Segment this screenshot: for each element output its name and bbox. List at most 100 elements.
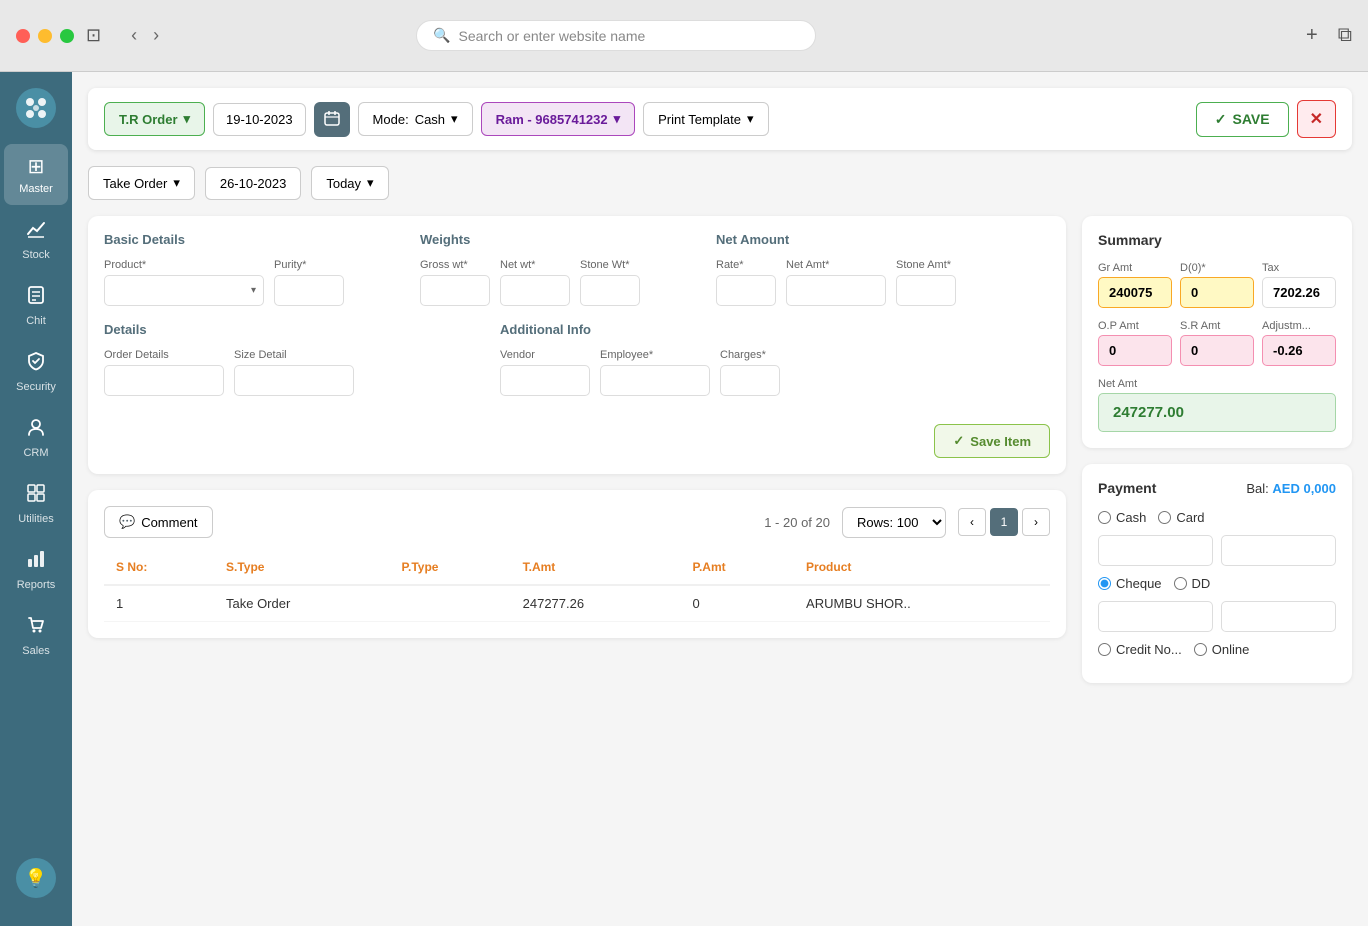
- date-picker-btn[interactable]: 19-10-2023: [213, 103, 306, 136]
- weights-row: Gross wt* 35.000 Net wt* 35.000 Stone Wt…: [420, 259, 700, 306]
- rows-per-page-select[interactable]: Rows: 100 Rows: 50 Rows: 25: [842, 507, 946, 538]
- prev-page-btn[interactable]: ‹: [958, 508, 986, 536]
- cheque-radio[interactable]: [1098, 577, 1111, 590]
- sidebar-item-security[interactable]: Security: [4, 341, 68, 403]
- next-page-btn[interactable]: ›: [1022, 508, 1050, 536]
- basic-details-row: Product* 239 - CUTTING LONG ▾ Purity* 22…: [104, 259, 404, 306]
- sidebar-item-crm[interactable]: CRM: [4, 407, 68, 469]
- reports-icon: [26, 549, 46, 575]
- tax-value: 7202.26: [1262, 277, 1336, 308]
- card-radio[interactable]: [1158, 511, 1171, 524]
- stone-amt-label: Stone Amt*: [896, 259, 956, 271]
- order-details-label: Order Details: [104, 349, 224, 361]
- credit-online-row: Credit No... Online: [1098, 642, 1336, 657]
- charges-input[interactable]: 0: [720, 365, 780, 396]
- save-btn[interactable]: ✓ SAVE: [1196, 102, 1289, 137]
- page-1-btn[interactable]: 1: [990, 508, 1018, 536]
- stone-amt-input[interactable]: 0: [896, 275, 956, 306]
- new-tab-btn[interactable]: +: [1306, 24, 1318, 47]
- size-detail-input[interactable]: 30: [234, 365, 354, 396]
- basic-details-title: Basic Details: [104, 232, 404, 247]
- sub-order-type-btn[interactable]: Take Order ▾: [88, 166, 195, 200]
- order-details-group: Order Details 1456: [104, 349, 224, 396]
- additional-info-title: Additional Info: [500, 322, 880, 337]
- adjustm-label: Adjustm...: [1262, 320, 1336, 332]
- gross-wt-input[interactable]: 35.000: [420, 275, 490, 306]
- sidebar-item-reports[interactable]: Reports: [4, 539, 68, 601]
- col-s-no: S No:: [104, 550, 214, 585]
- sidebar-item-chit[interactable]: Chit: [4, 275, 68, 337]
- fullscreen-window-btn[interactable]: [60, 29, 74, 43]
- col-s-type: S.Type: [214, 550, 390, 585]
- net-amount-section: Net Amount Rate* 4800 Net Amt* 247277.00: [716, 232, 1050, 306]
- app-logo: [16, 88, 56, 128]
- stone-amt-group: Stone Amt* 0: [896, 259, 956, 306]
- adjustm-col: Adjustm... -0.26: [1262, 320, 1336, 366]
- comment-btn[interactable]: 💬 Comment: [104, 506, 213, 538]
- vendor-input[interactable]: Raj Diam: [500, 365, 590, 396]
- dd-radio-label[interactable]: DD: [1174, 576, 1211, 591]
- purity-input[interactable]: 22KT: [274, 275, 344, 306]
- dd-radio[interactable]: [1174, 577, 1187, 590]
- adjustm-value: -0.26: [1262, 335, 1336, 366]
- sidebar-item-master[interactable]: ⊞ Master: [4, 144, 68, 205]
- basic-details-section: Basic Details Product* 239 - CUTTING LON…: [104, 232, 404, 306]
- cash-input[interactable]: 0: [1098, 535, 1213, 566]
- net-wt-input[interactable]: 35.000: [500, 275, 570, 306]
- mode-btn[interactable]: Mode: Cash ▾: [358, 102, 473, 136]
- rate-group: Rate* 4800: [716, 259, 776, 306]
- order-details-input[interactable]: 1456: [104, 365, 224, 396]
- sidebar-toggle-btn[interactable]: ⊡: [86, 25, 101, 46]
- save-item-btn[interactable]: ✓ Save Item: [934, 424, 1050, 458]
- sidebar-item-utilities[interactable]: Utilities: [4, 473, 68, 535]
- print-template-btn[interactable]: Print Template ▾: [643, 102, 768, 136]
- theme-toggle-btn[interactable]: 💡: [16, 858, 56, 898]
- product-input[interactable]: 239 - CUTTING LONG: [104, 275, 264, 306]
- net-amt-input[interactable]: 247277.00: [786, 275, 886, 306]
- sidebar-item-stock[interactable]: Stock: [4, 209, 68, 271]
- online-radio-label[interactable]: Online: [1194, 642, 1250, 657]
- op-amt-label: O.P Amt: [1098, 320, 1172, 332]
- net-amt-group: Net Amt* 247277.00: [786, 259, 886, 306]
- copy-btn[interactable]: ⧉: [1338, 24, 1352, 47]
- cheque-radio-label[interactable]: Cheque: [1098, 576, 1162, 591]
- table-header: S No: S.Type P.Type T.Amt P.Amt Product: [104, 550, 1050, 585]
- order-type-btn[interactable]: T.R Order ▾: [104, 102, 205, 136]
- minimize-window-btn[interactable]: [38, 29, 52, 43]
- cash-radio-label[interactable]: Cash: [1098, 510, 1146, 525]
- customer-btn[interactable]: Ram - 9685741232 ▾: [481, 102, 636, 136]
- online-radio[interactable]: [1194, 643, 1207, 656]
- close-window-btn[interactable]: [16, 29, 30, 43]
- today-btn[interactable]: Today ▾: [311, 166, 388, 200]
- card-radio-label[interactable]: Card: [1158, 510, 1204, 525]
- cash-radio[interactable]: [1098, 511, 1111, 524]
- charges-group: Charges* 0: [720, 349, 780, 396]
- col-t-amt: T.Amt: [511, 550, 681, 585]
- dd-input[interactable]: 0: [1221, 601, 1336, 632]
- cell-t-amt: 247277.26: [511, 585, 681, 622]
- main-form-card: Basic Details Product* 239 - CUTTING LON…: [88, 216, 1066, 474]
- cell-s-no: 1: [104, 585, 214, 622]
- back-btn[interactable]: ‹: [125, 21, 143, 50]
- calendar-btn[interactable]: [314, 102, 350, 137]
- sidebar-item-sales[interactable]: Sales: [4, 605, 68, 667]
- table-card: 💬 Comment 1 - 20 of 20 Rows: 100 Rows: 5…: [88, 490, 1066, 638]
- address-bar[interactable]: 🔍 Search or enter website name: [416, 20, 816, 51]
- table-row[interactable]: 1 Take Order 247277.26 0 ARUMBU SHOR..: [104, 585, 1050, 622]
- net-wt-group: Net wt* 35.000: [500, 259, 570, 306]
- employee-input[interactable]: E25 - Sanjay: [600, 365, 710, 396]
- credit-radio[interactable]: [1098, 643, 1111, 656]
- chevron-down-icon: ▾: [614, 111, 621, 127]
- credit-radio-label[interactable]: Credit No...: [1098, 642, 1182, 657]
- utilities-icon: [26, 483, 46, 509]
- net-amount-row: Rate* 4800 Net Amt* 247277.00 Stone Amt*…: [716, 259, 1050, 306]
- rate-input[interactable]: 4800: [716, 275, 776, 306]
- card-input[interactable]: 0: [1221, 535, 1336, 566]
- checkmark-icon: ✓: [1215, 111, 1227, 128]
- cheque-input[interactable]: 247277.00: [1098, 601, 1213, 632]
- forward-btn[interactable]: ›: [147, 21, 165, 50]
- additional-info-row: Vendor Raj Diam Employee* E25 - Sanjay C…: [500, 349, 880, 396]
- close-btn[interactable]: ✕: [1297, 100, 1336, 138]
- sr-amt-label: S.R Amt: [1180, 320, 1254, 332]
- stone-wt-input[interactable]: 0.00: [580, 275, 640, 306]
